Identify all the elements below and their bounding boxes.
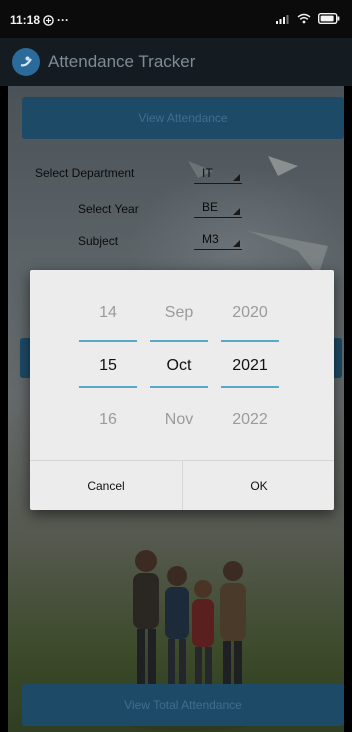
year-spinner[interactable]: BE — [194, 200, 242, 218]
ok-button[interactable]: OK — [183, 461, 335, 510]
day-current[interactable]: 15 — [73, 357, 143, 375]
day-next[interactable]: 16 — [73, 411, 143, 429]
year-picker[interactable]: 2020 2021 2022 — [215, 270, 285, 460]
dropdown-arrow-icon — [233, 174, 240, 181]
day-bottom-divider — [79, 386, 137, 388]
year-value: BE — [202, 200, 219, 214]
cancel-button[interactable]: Cancel — [30, 461, 182, 510]
day-picker[interactable]: 14 15 16 — [73, 270, 143, 460]
department-spinner[interactable]: IT — [194, 166, 242, 184]
month-prev[interactable]: Sep — [144, 304, 214, 322]
month-next[interactable]: Nov — [144, 411, 214, 429]
ok-label: OK — [250, 478, 268, 493]
month-current[interactable]: Oct — [144, 357, 214, 375]
year-current[interactable]: 2021 — [215, 357, 285, 375]
year-next[interactable]: 2022 — [215, 411, 285, 429]
notification-icon — [43, 14, 54, 26]
subject-spinner[interactable]: M3 — [194, 232, 242, 250]
status-more-dots: ··· — [57, 13, 70, 27]
status-icons — [276, 13, 340, 24]
view-total-attendance-button[interactable]: View Total Attendance — [22, 684, 344, 726]
year-prev[interactable]: 2020 — [215, 304, 285, 322]
app-title: Attendance Tracker — [48, 52, 196, 71]
dropdown-arrow-icon — [233, 240, 240, 247]
status-time: 11:18 — [10, 13, 41, 27]
year-bottom-divider — [221, 386, 279, 388]
wifi-icon — [297, 13, 311, 24]
battery-icon — [318, 13, 340, 24]
month-bottom-divider — [150, 386, 208, 388]
month-top-divider — [150, 340, 208, 342]
day-top-divider — [79, 340, 137, 342]
status-time-group: 11:18 ··· — [10, 13, 69, 27]
date-picker-dialog: 14 15 16 Sep Oct Nov 2020 2021 2022 Canc… — [30, 270, 334, 510]
month-picker[interactable]: Sep Oct Nov — [144, 270, 214, 460]
subject-value: M3 — [202, 232, 219, 246]
view-attendance-label: View Attendance — [138, 111, 228, 125]
view-total-attendance-label: View Total Attendance — [124, 698, 242, 712]
app-logo-icon — [12, 48, 40, 76]
year-label: Select Year — [78, 202, 139, 216]
cancel-label: Cancel — [87, 478, 125, 493]
subject-label: Subject — [78, 234, 119, 248]
status-bar: 11:18 ··· — [0, 0, 352, 38]
department-value: IT — [202, 166, 213, 180]
dropdown-arrow-icon — [233, 208, 240, 215]
app-bar: Attendance Tracker — [0, 38, 352, 86]
view-attendance-button[interactable]: View Attendance — [22, 97, 344, 139]
signal-icon — [276, 14, 289, 24]
department-label: Select Department — [35, 166, 135, 180]
day-prev[interactable]: 14 — [73, 304, 143, 322]
year-top-divider — [221, 340, 279, 342]
